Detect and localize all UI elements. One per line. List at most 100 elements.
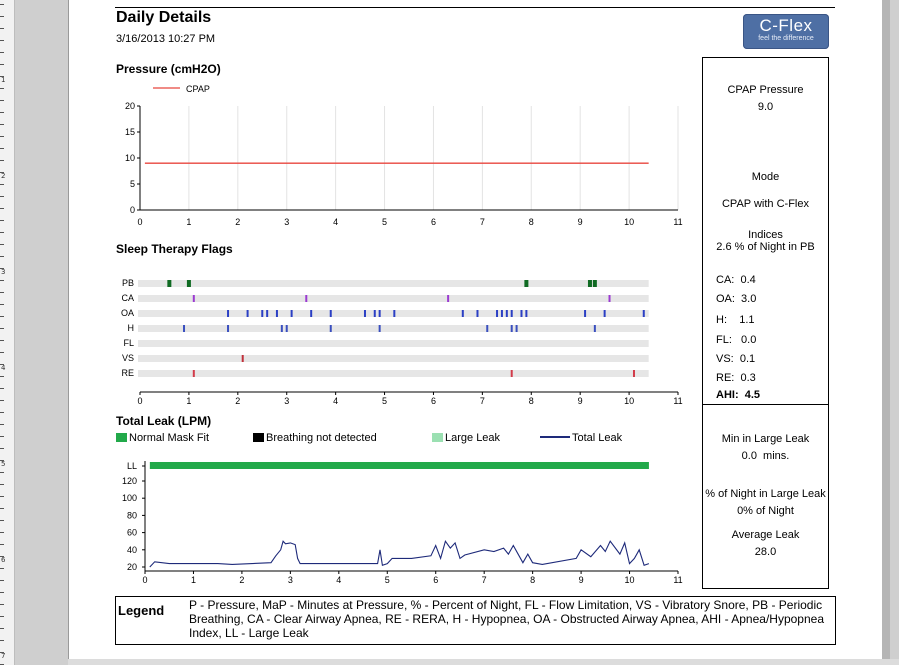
flag-event-mark: [525, 310, 528, 317]
not-detected-swatch: [253, 433, 264, 442]
flag-event-mark: [505, 310, 508, 317]
flag-row-label: H: [128, 323, 135, 333]
logo-tagline: feel the difference: [758, 35, 814, 42]
ruler-tick: [0, 568, 4, 569]
flag-row-label: OA: [121, 308, 134, 318]
normal-mask-fit-label: Normal Mask Fit: [129, 432, 210, 444]
flag-event-mark: [603, 310, 606, 317]
ruler-tick: [0, 340, 4, 341]
ruler-tick: [0, 148, 4, 149]
leak-y-tick-label: 20: [127, 562, 137, 572]
flags-x-tick-label: 10: [624, 396, 634, 406]
h-index: H: 1.1: [716, 314, 755, 326]
average-leak-label: Average Leak: [731, 529, 800, 541]
ruler-tick: [0, 52, 4, 53]
leak-x-tick-label: 4: [336, 575, 341, 585]
pressure-x-tick-label: 10: [624, 217, 634, 227]
pressure-x-tick-label: 1: [186, 217, 191, 227]
ruler-tick: [0, 184, 4, 185]
leak-x-tick-label: 11: [673, 575, 682, 585]
report-datetime: 3/16/2013 10:27 PM: [116, 33, 216, 45]
flag-row-band: [138, 340, 649, 347]
leak-x-tick-label: 1: [191, 575, 196, 585]
cflex-logo: C-Flex feel the difference: [743, 14, 829, 49]
flag-row-label: PB: [122, 278, 134, 288]
ruler-tick: [0, 580, 4, 581]
pct-large-leak-value: 0% of Night: [737, 505, 794, 517]
flag-event-mark: [510, 325, 513, 332]
ruler-label: 1: [1, 76, 6, 84]
ruler-tick: [0, 40, 4, 41]
legend-title: Legend: [118, 603, 165, 618]
leak-x-tick-label: 6: [433, 575, 438, 585]
pressure-x-tick-label: 7: [480, 217, 485, 227]
leak-x-tick-label: 3: [288, 575, 293, 585]
ruler-tick: [0, 4, 4, 5]
ruler-label: 6: [1, 556, 6, 564]
ruler-tick: [0, 496, 4, 497]
indices-label: Indices: [748, 229, 783, 241]
flag-event-mark: [510, 370, 513, 377]
min-large-leak-label: Min in Large Leak: [721, 433, 810, 445]
cpap-legend-label: CPAP: [186, 84, 210, 94]
logo-text: C-Flex: [759, 16, 813, 35]
ruler-tick: [0, 280, 4, 281]
flags-chart: PB CA OA H FL VS RE 0 1 2 3 4 5 6 7 8 9 10 11: [121, 278, 683, 406]
ruler-tick: [0, 124, 4, 125]
normal-mask-fit-bar: [149, 462, 649, 469]
flag-event-mark: [510, 310, 513, 317]
flag-event-mark: [584, 310, 587, 317]
leak-x-tick-label: 2: [239, 575, 244, 585]
flag-row-label: FL: [123, 338, 134, 348]
ruler-label: 7: [1, 652, 6, 660]
ruler-tick: [0, 508, 4, 509]
pressure-x-tick-label: 6: [431, 217, 436, 227]
pb-percent: 2.6 % of Night in PB: [716, 241, 815, 253]
flag-event-mark: [515, 325, 518, 332]
ruler-tick: [0, 316, 4, 317]
flag-event-mark: [447, 295, 450, 302]
flag-event-mark: [378, 325, 381, 332]
large-leak-label: Large Leak: [445, 432, 501, 444]
page-title: Daily Details: [116, 9, 212, 26]
flag-row-label: RE: [121, 368, 134, 378]
flag-row-band: [138, 370, 649, 377]
oa-index: OA: 3.0: [716, 293, 757, 305]
flag-event-mark: [241, 355, 244, 362]
flag-event-mark: [587, 280, 592, 287]
ruler-tick: [0, 256, 4, 257]
bottom-bar: [68, 659, 899, 665]
re-index: RE: 0.3: [716, 372, 756, 384]
legend-text: P - Pressure, MaP - Minutes at Pressure,…: [189, 598, 824, 640]
total-leak-swatch: [540, 436, 570, 438]
ruler-tick: [0, 532, 4, 533]
normal-mask-fit-swatch: [116, 433, 127, 442]
ruler-tick: [0, 196, 4, 197]
indices-panel: Indices 2.6 % of Night in PB CA: 0.4 OA:…: [702, 216, 829, 405]
ca-index: CA: 0.4: [716, 274, 756, 286]
flag-event-mark: [363, 310, 366, 317]
flag-event-mark: [476, 310, 479, 317]
flags-x-tick-label: 8: [529, 396, 534, 406]
average-leak-value: 28.0: [754, 546, 777, 558]
flag-event-mark: [329, 325, 332, 332]
flag-event-mark: [310, 310, 313, 317]
ruler-tick: [0, 64, 4, 65]
flag-event-mark: [183, 325, 186, 332]
ruler-tick: [0, 100, 4, 101]
mode-value: CPAP with C-Flex: [721, 198, 809, 210]
ruler-tick: [0, 244, 4, 245]
ruler-tick: [0, 412, 4, 413]
cpap-pressure-label: CPAP Pressure: [727, 84, 804, 96]
flags-x-tick-label: 5: [382, 396, 387, 406]
flags-x-tick-label: 1: [186, 396, 191, 406]
ruler-tick: [0, 484, 4, 485]
vertical-ruler: 1 2 3 4 5 6 7: [0, 0, 15, 665]
leak-title: Total Leak (LPM): [116, 414, 212, 428]
pct-large-leak-label: % of Night in Large Leak: [705, 488, 826, 500]
flag-event-mark: [227, 310, 230, 317]
flag-event-mark: [275, 310, 278, 317]
flag-row-band: [138, 325, 649, 332]
flag-event-mark: [642, 310, 645, 317]
leak-y-tick-label: 80: [127, 510, 137, 520]
